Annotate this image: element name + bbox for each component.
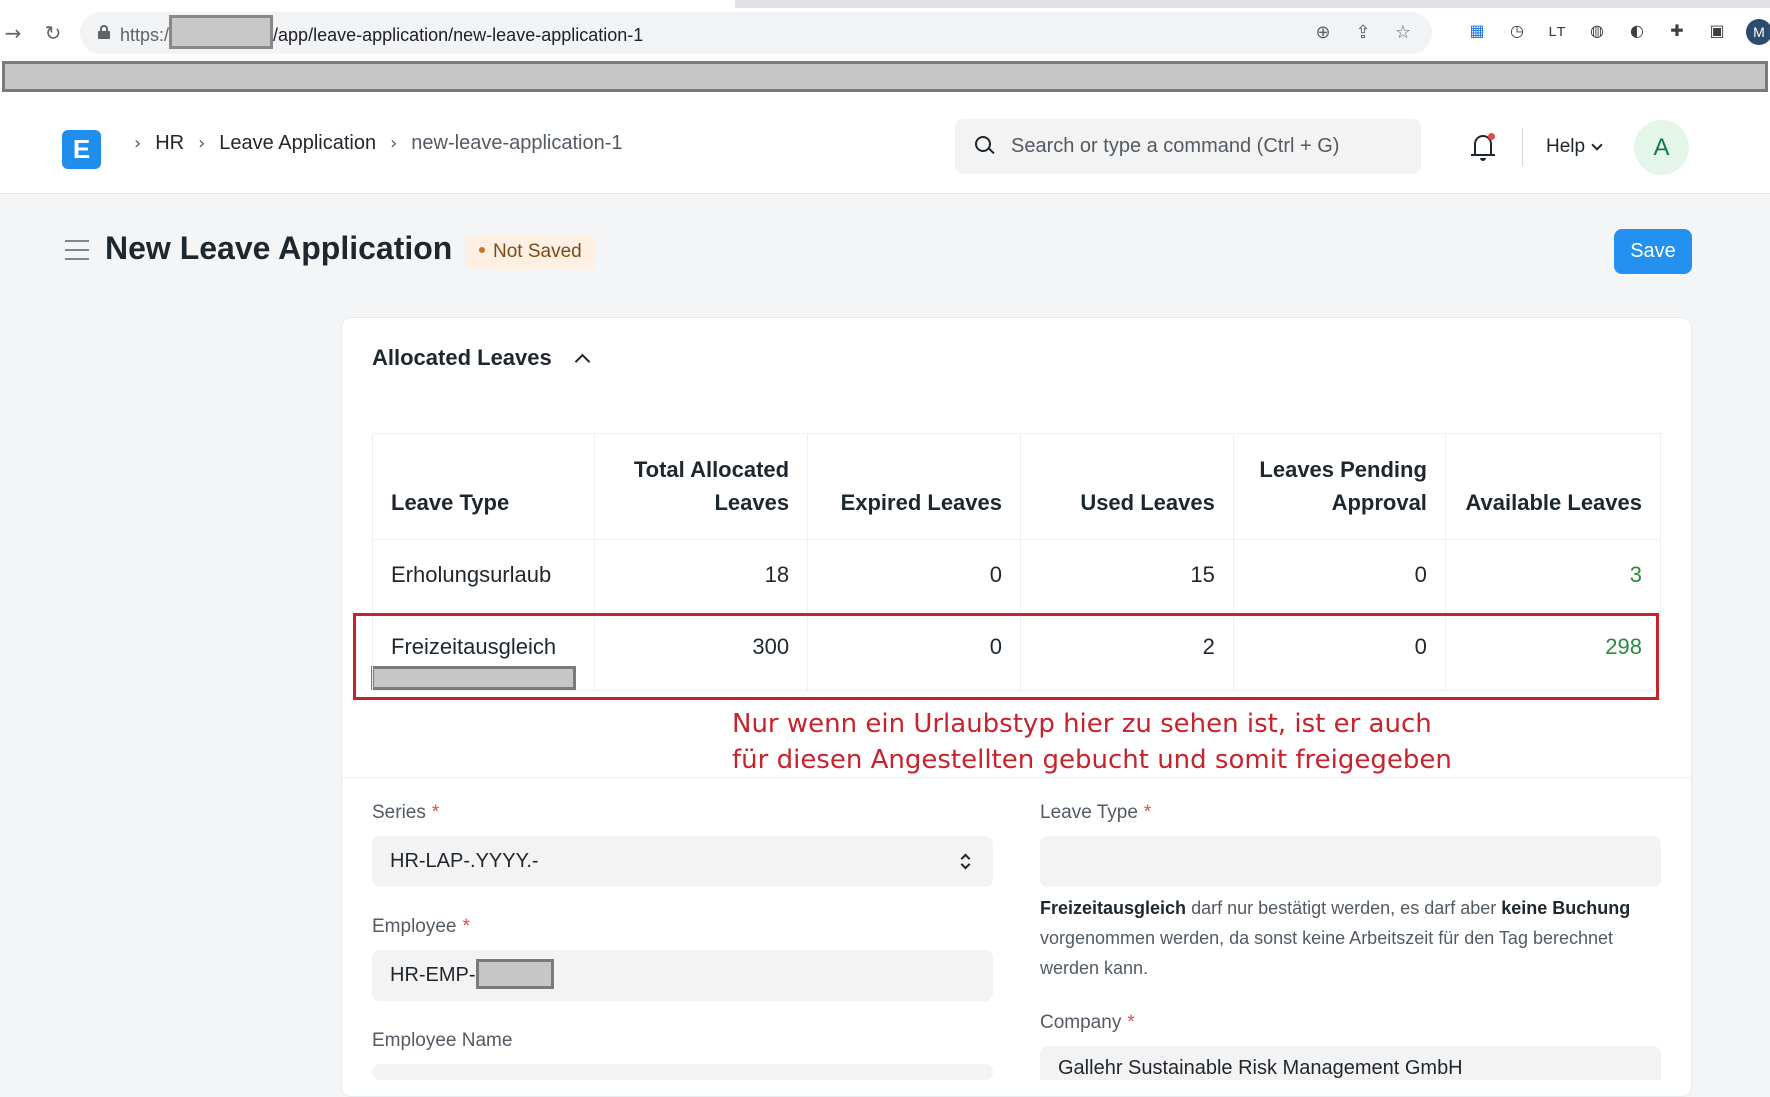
- active-tab[interactable]: [0, 0, 735, 8]
- breadcrumb: › HR › Leave Application › new-leave-app…: [120, 132, 623, 155]
- status-dot-icon: [479, 247, 485, 254]
- annotation-line-1: Nur wenn ein Urlaubstyp hier zu sehen is…: [732, 709, 1432, 739]
- cell-available: 3: [1444, 539, 1662, 612]
- company-label: Company *: [1040, 1012, 1135, 1034]
- breadcrumb-leave-application[interactable]: Leave Application: [219, 132, 376, 155]
- series-select[interactable]: HR-LAP-.YYYY.-: [372, 836, 993, 887]
- browser-profile-avatar[interactable]: M: [1746, 19, 1770, 45]
- extensions-puzzle-icon[interactable]: ✚: [1666, 19, 1688, 43]
- employee-name-label: Employee Name: [372, 1030, 513, 1051]
- url-path: /app/leave-application/new-leave-applica…: [273, 24, 644, 45]
- annotation-text: Nur wenn ein Urlaubstyp hier zu sehen is…: [732, 706, 1452, 778]
- column-header: Leaves Pending Approval: [1232, 433, 1446, 540]
- select-arrows-icon: [960, 851, 971, 873]
- help-dropdown[interactable]: Help: [1546, 136, 1603, 158]
- help-bold-1: Freizeitausgleich: [1040, 898, 1187, 918]
- company-field[interactable]: Gallehr Sustainable Risk Management GmbH: [1040, 1046, 1661, 1080]
- column-header: Available Leaves: [1444, 433, 1662, 540]
- url-prefix: https:/: [120, 24, 170, 45]
- company-value: Gallehr Sustainable Risk Management GmbH: [1058, 1057, 1463, 1079]
- section-divider: [342, 777, 1691, 778]
- browser-toolbar: → ↻ https:/ /app/leave-application/new-le…: [0, 0, 1770, 98]
- chevron-right-icon: ›: [134, 133, 142, 154]
- extension-globe-icon[interactable]: ◍: [1586, 19, 1608, 43]
- cell-leave-type: Erholungsurlaub: [372, 539, 595, 612]
- sidebar-toggle-icon[interactable]: [65, 240, 89, 260]
- redacted-domain: [169, 15, 274, 49]
- column-header: Expired Leaves: [807, 433, 1022, 540]
- user-avatar[interactable]: A: [1634, 120, 1689, 175]
- side-panel-icon[interactable]: ▣: [1706, 19, 1728, 43]
- section-title-allocated-leaves[interactable]: Allocated Leaves: [372, 345, 552, 371]
- annotation-line-2: für diesen Angestellten gebucht und somi…: [732, 745, 1452, 775]
- extension-calendar-icon[interactable]: ▦: [1466, 19, 1488, 43]
- share-icon[interactable]: ⇪: [1352, 21, 1374, 45]
- cell-expired: 0: [807, 539, 1022, 612]
- required-marker: *: [1143, 802, 1152, 823]
- awesomebar-search-input[interactable]: Search or type a command (Ctrl + G): [955, 119, 1421, 174]
- required-marker: *: [462, 916, 470, 937]
- series-label: Series *: [372, 802, 439, 824]
- navbar-divider: [1522, 128, 1523, 166]
- zoom-icon[interactable]: ⊕: [1312, 21, 1334, 45]
- tab-strip: [0, 0, 1770, 8]
- status-text: Not Saved: [493, 241, 582, 262]
- chevron-down-icon: [1591, 138, 1603, 151]
- leave-type-label-text: Leave Type: [1040, 802, 1138, 823]
- breadcrumb-current[interactable]: new-leave-application-1: [411, 132, 622, 155]
- url-text[interactable]: https:/ /app/leave-application/new-leave-…: [120, 15, 644, 49]
- extension-dark-mode-icon[interactable]: ◐: [1626, 19, 1648, 43]
- cell-total-allocated: 18: [593, 539, 809, 612]
- required-marker: *: [1127, 1012, 1135, 1033]
- company-label-text: Company: [1040, 1012, 1122, 1033]
- leave-type-help-text: Freizeitausgleich darf nur bestätigt wer…: [1040, 893, 1660, 983]
- employee-field[interactable]: HR-EMP-: [372, 950, 993, 1001]
- save-button[interactable]: Save: [1614, 229, 1692, 274]
- help-text-4: vorgenommen werden, da sonst keine Arbei…: [1040, 928, 1614, 978]
- employee-name-field[interactable]: [372, 1064, 993, 1080]
- cell-used: 15: [1020, 539, 1234, 612]
- leave-type-label: Leave Type *: [1040, 802, 1151, 824]
- column-header: Used Leaves: [1020, 433, 1234, 540]
- lock-icon[interactable]: [98, 25, 110, 39]
- redacted-employee-id: [475, 958, 554, 989]
- forward-icon[interactable]: →: [0, 20, 26, 46]
- table-header-row: Leave Type Total Allocated Leaves Expire…: [372, 433, 1662, 540]
- app-logo[interactable]: E: [62, 130, 101, 169]
- chevron-right-icon: ›: [198, 133, 206, 154]
- annotation-highlight-box: [353, 613, 1659, 700]
- extension-languagetool-icon[interactable]: ʟᴛ: [1546, 19, 1568, 43]
- extension-icons: ▦ ◷ ʟᴛ ◍ ◐ ✚ ▣: [1466, 19, 1728, 43]
- extension-timer-icon[interactable]: ◷: [1506, 19, 1528, 43]
- help-bold-2: keine Buchung: [1501, 898, 1631, 918]
- series-label-text: Series: [372, 802, 426, 823]
- column-header: Leave Type: [372, 433, 595, 540]
- leave-type-field[interactable]: [1040, 836, 1661, 887]
- search-icon: [975, 136, 995, 156]
- employee-label: Employee *: [372, 916, 470, 938]
- employee-value: HR-EMP-: [390, 964, 476, 986]
- omnibox-actions: ⊕ ⇪ ☆: [1312, 21, 1414, 45]
- chevron-right-icon: ›: [390, 133, 398, 154]
- page-title: New Leave Application: [105, 230, 453, 266]
- employee-label-text: Employee: [372, 916, 457, 937]
- notification-bell-icon[interactable]: [1470, 132, 1496, 162]
- column-header: Total Allocated Leaves: [593, 433, 809, 540]
- series-value: HR-LAP-.YYYY.-: [390, 850, 539, 872]
- redacted-bookmarks-bar: [2, 61, 1768, 92]
- address-bar[interactable]: https:/ /app/leave-application/new-leave-…: [80, 12, 1432, 54]
- bookmark-star-icon[interactable]: ☆: [1392, 21, 1414, 45]
- table-row: Erholungsurlaub 18 0 15 0 3: [372, 539, 1662, 612]
- reload-icon[interactable]: ↻: [40, 20, 66, 46]
- help-label: Help: [1546, 136, 1586, 157]
- status-badge: Not Saved: [465, 235, 596, 269]
- required-marker: *: [431, 802, 440, 823]
- cell-pending: 0: [1232, 539, 1446, 612]
- search-placeholder: Search or type a command (Ctrl + G): [1011, 135, 1340, 157]
- help-text-2: darf nur bestätigt werden, es darf aber: [1186, 898, 1502, 918]
- breadcrumb-hr[interactable]: HR: [155, 132, 184, 155]
